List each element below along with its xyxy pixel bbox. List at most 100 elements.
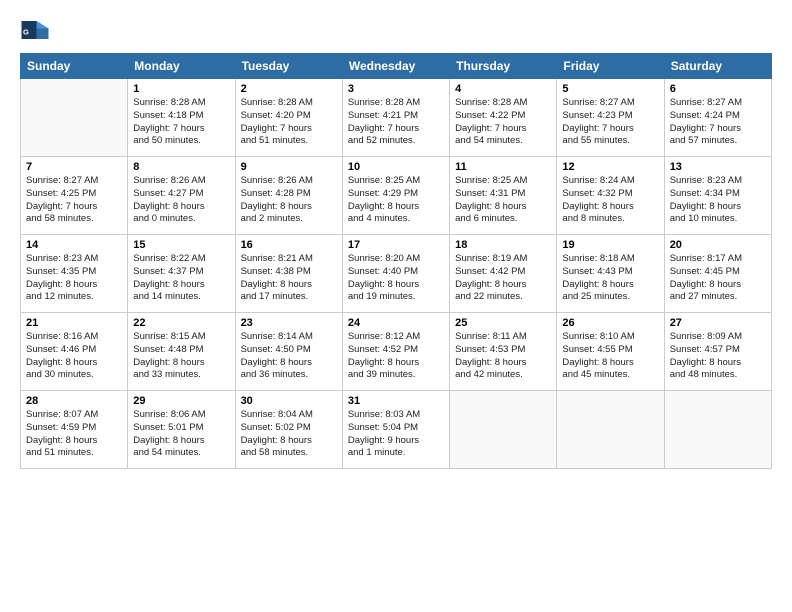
- day-number: 31: [348, 395, 444, 407]
- day-number: 21: [26, 317, 122, 329]
- day-number: 13: [670, 161, 766, 173]
- day-info: Sunrise: 8:09 AMSunset: 4:57 PMDaylight:…: [670, 331, 766, 382]
- day-number: 22: [133, 317, 229, 329]
- calendar-cell: 8 Sunrise: 8:26 AMSunset: 4:27 PMDaylight…: [128, 157, 235, 235]
- calendar-cell: 7 Sunrise: 8:27 AMSunset: 4:25 PMDaylight…: [21, 157, 128, 235]
- day-number: 15: [133, 239, 229, 251]
- calendar-cell: 29 Sunrise: 8:06 AMSunset: 5:01 PMDayligh…: [128, 391, 235, 469]
- day-number: 5: [562, 83, 658, 95]
- calendar-cell: 23 Sunrise: 8:14 AMSunset: 4:50 PMDayligh…: [235, 313, 342, 391]
- weekday-friday: Friday: [557, 54, 664, 79]
- calendar-cell: 2 Sunrise: 8:28 AMSunset: 4:20 PMDaylight…: [235, 79, 342, 157]
- day-info: Sunrise: 8:07 AMSunset: 4:59 PMDaylight:…: [26, 409, 122, 460]
- calendar-cell: 27 Sunrise: 8:09 AMSunset: 4:57 PMDayligh…: [664, 313, 771, 391]
- week-row-3: 14 Sunrise: 8:23 AMSunset: 4:35 PMDayligh…: [21, 235, 772, 313]
- day-number: 12: [562, 161, 658, 173]
- day-info: Sunrise: 8:06 AMSunset: 5:01 PMDaylight:…: [133, 409, 229, 460]
- calendar-cell: 6 Sunrise: 8:27 AMSunset: 4:24 PMDaylight…: [664, 79, 771, 157]
- day-info: Sunrise: 8:19 AMSunset: 4:42 PMDaylight:…: [455, 253, 551, 304]
- day-info: Sunrise: 8:23 AMSunset: 4:35 PMDaylight:…: [26, 253, 122, 304]
- day-info: Sunrise: 8:25 AMSunset: 4:29 PMDaylight:…: [348, 175, 444, 226]
- weekday-thursday: Thursday: [450, 54, 557, 79]
- weekday-sunday: Sunday: [21, 54, 128, 79]
- day-info: Sunrise: 8:27 AMSunset: 4:23 PMDaylight:…: [562, 97, 658, 148]
- day-number: 20: [670, 239, 766, 251]
- day-info: Sunrise: 8:03 AMSunset: 5:04 PMDaylight:…: [348, 409, 444, 460]
- day-number: 3: [348, 83, 444, 95]
- weekday-monday: Monday: [128, 54, 235, 79]
- day-info: Sunrise: 8:23 AMSunset: 4:34 PMDaylight:…: [670, 175, 766, 226]
- day-info: Sunrise: 8:24 AMSunset: 4:32 PMDaylight:…: [562, 175, 658, 226]
- day-number: 4: [455, 83, 551, 95]
- day-info: Sunrise: 8:10 AMSunset: 4:55 PMDaylight:…: [562, 331, 658, 382]
- day-number: 9: [241, 161, 337, 173]
- week-row-4: 21 Sunrise: 8:16 AMSunset: 4:46 PMDayligh…: [21, 313, 772, 391]
- day-info: Sunrise: 8:20 AMSunset: 4:40 PMDaylight:…: [348, 253, 444, 304]
- day-number: 25: [455, 317, 551, 329]
- calendar-cell: 18 Sunrise: 8:19 AMSunset: 4:42 PMDayligh…: [450, 235, 557, 313]
- day-info: Sunrise: 8:27 AMSunset: 4:24 PMDaylight:…: [670, 97, 766, 148]
- calendar-cell: 9 Sunrise: 8:26 AMSunset: 4:28 PMDaylight…: [235, 157, 342, 235]
- day-number: 17: [348, 239, 444, 251]
- calendar-cell: 30Sunrise: 8:04 AMSunset: 5:02 PMDayligh…: [235, 391, 342, 469]
- day-number: 28: [26, 395, 122, 407]
- day-info: Sunrise: 8:26 AMSunset: 4:28 PMDaylight:…: [241, 175, 337, 226]
- day-number: 29: [133, 395, 229, 407]
- day-info: Sunrise: 8:27 AMSunset: 4:25 PMDaylight:…: [26, 175, 122, 226]
- day-info: Sunrise: 8:22 AMSunset: 4:37 PMDaylight:…: [133, 253, 229, 304]
- day-info: Sunrise: 8:28 AMSunset: 4:20 PMDaylight:…: [241, 97, 337, 148]
- calendar-cell: 26 Sunrise: 8:10 AMSunset: 4:55 PMDayligh…: [557, 313, 664, 391]
- calendar-cell: 4 Sunrise: 8:28 AMSunset: 4:22 PMDaylight…: [450, 79, 557, 157]
- day-number: 24: [348, 317, 444, 329]
- calendar-cell: 25 Sunrise: 8:11 AMSunset: 4:53 PMDayligh…: [450, 313, 557, 391]
- day-number: 14: [26, 239, 122, 251]
- week-row-2: 7 Sunrise: 8:27 AMSunset: 4:25 PMDaylight…: [21, 157, 772, 235]
- calendar-cell: 24 Sunrise: 8:12 AMSunset: 4:52 PMDayligh…: [342, 313, 449, 391]
- day-info: Sunrise: 8:26 AMSunset: 4:27 PMDaylight:…: [133, 175, 229, 226]
- day-info: Sunrise: 8:28 AMSunset: 4:18 PMDaylight:…: [133, 97, 229, 148]
- calendar-cell: [664, 391, 771, 469]
- calendar-cell: 20Sunrise: 8:17 AMSunset: 4:45 PMDayligh…: [664, 235, 771, 313]
- day-number: 8: [133, 161, 229, 173]
- day-info: Sunrise: 8:14 AMSunset: 4:50 PMDaylight:…: [241, 331, 337, 382]
- calendar-cell: 3Sunrise: 8:28 AMSunset: 4:21 PMDaylight…: [342, 79, 449, 157]
- calendar-cell: 28 Sunrise: 8:07 AMSunset: 4:59 PMDayligh…: [21, 391, 128, 469]
- calendar-cell: 21 Sunrise: 8:16 AMSunset: 4:46 PMDayligh…: [21, 313, 128, 391]
- calendar-cell: 22 Sunrise: 8:15 AMSunset: 4:48 PMDayligh…: [128, 313, 235, 391]
- svg-text:G: G: [23, 28, 29, 37]
- day-info: Sunrise: 8:28 AMSunset: 4:22 PMDaylight:…: [455, 97, 551, 148]
- calendar-cell: 5 Sunrise: 8:27 AMSunset: 4:23 PMDaylight…: [557, 79, 664, 157]
- day-number: 1: [133, 83, 229, 95]
- week-row-5: 28 Sunrise: 8:07 AMSunset: 4:59 PMDayligh…: [21, 391, 772, 469]
- day-info: Sunrise: 8:16 AMSunset: 4:46 PMDaylight:…: [26, 331, 122, 382]
- calendar-cell: 10 Sunrise: 8:25 AMSunset: 4:29 PMDayligh…: [342, 157, 449, 235]
- calendar-cell: 1 Sunrise: 8:28 AMSunset: 4:18 PMDaylight…: [128, 79, 235, 157]
- logo-icon: G: [20, 15, 50, 45]
- day-number: 27: [670, 317, 766, 329]
- weekday-tuesday: Tuesday: [235, 54, 342, 79]
- day-number: 10: [348, 161, 444, 173]
- day-number: 23: [241, 317, 337, 329]
- day-number: 6: [670, 83, 766, 95]
- calendar-cell: 16Sunrise: 8:21 AMSunset: 4:38 PMDayligh…: [235, 235, 342, 313]
- calendar-cell: 13 Sunrise: 8:23 AMSunset: 4:34 PMDayligh…: [664, 157, 771, 235]
- calendar-cell: 11Sunrise: 8:25 AMSunset: 4:31 PMDayligh…: [450, 157, 557, 235]
- day-number: 30: [241, 395, 337, 407]
- calendar-cell: 17 Sunrise: 8:20 AMSunset: 4:40 PMDayligh…: [342, 235, 449, 313]
- day-info: Sunrise: 8:21 AMSunset: 4:38 PMDaylight:…: [241, 253, 337, 304]
- calendar-cell: [21, 79, 128, 157]
- day-info: Sunrise: 8:15 AMSunset: 4:48 PMDaylight:…: [133, 331, 229, 382]
- weekday-header-row: SundayMondayTuesdayWednesdayThursdayFrid…: [21, 54, 772, 79]
- day-info: Sunrise: 8:12 AMSunset: 4:52 PMDaylight:…: [348, 331, 444, 382]
- day-number: 18: [455, 239, 551, 251]
- calendar-table: SundayMondayTuesdayWednesdayThursdayFrid…: [20, 53, 772, 469]
- day-number: 7: [26, 161, 122, 173]
- header: G: [20, 15, 772, 45]
- weekday-wednesday: Wednesday: [342, 54, 449, 79]
- day-info: Sunrise: 8:11 AMSunset: 4:53 PMDaylight:…: [455, 331, 551, 382]
- day-number: 26: [562, 317, 658, 329]
- calendar-cell: [557, 391, 664, 469]
- calendar-cell: 14 Sunrise: 8:23 AMSunset: 4:35 PMDayligh…: [21, 235, 128, 313]
- day-number: 2: [241, 83, 337, 95]
- calendar-cell: [450, 391, 557, 469]
